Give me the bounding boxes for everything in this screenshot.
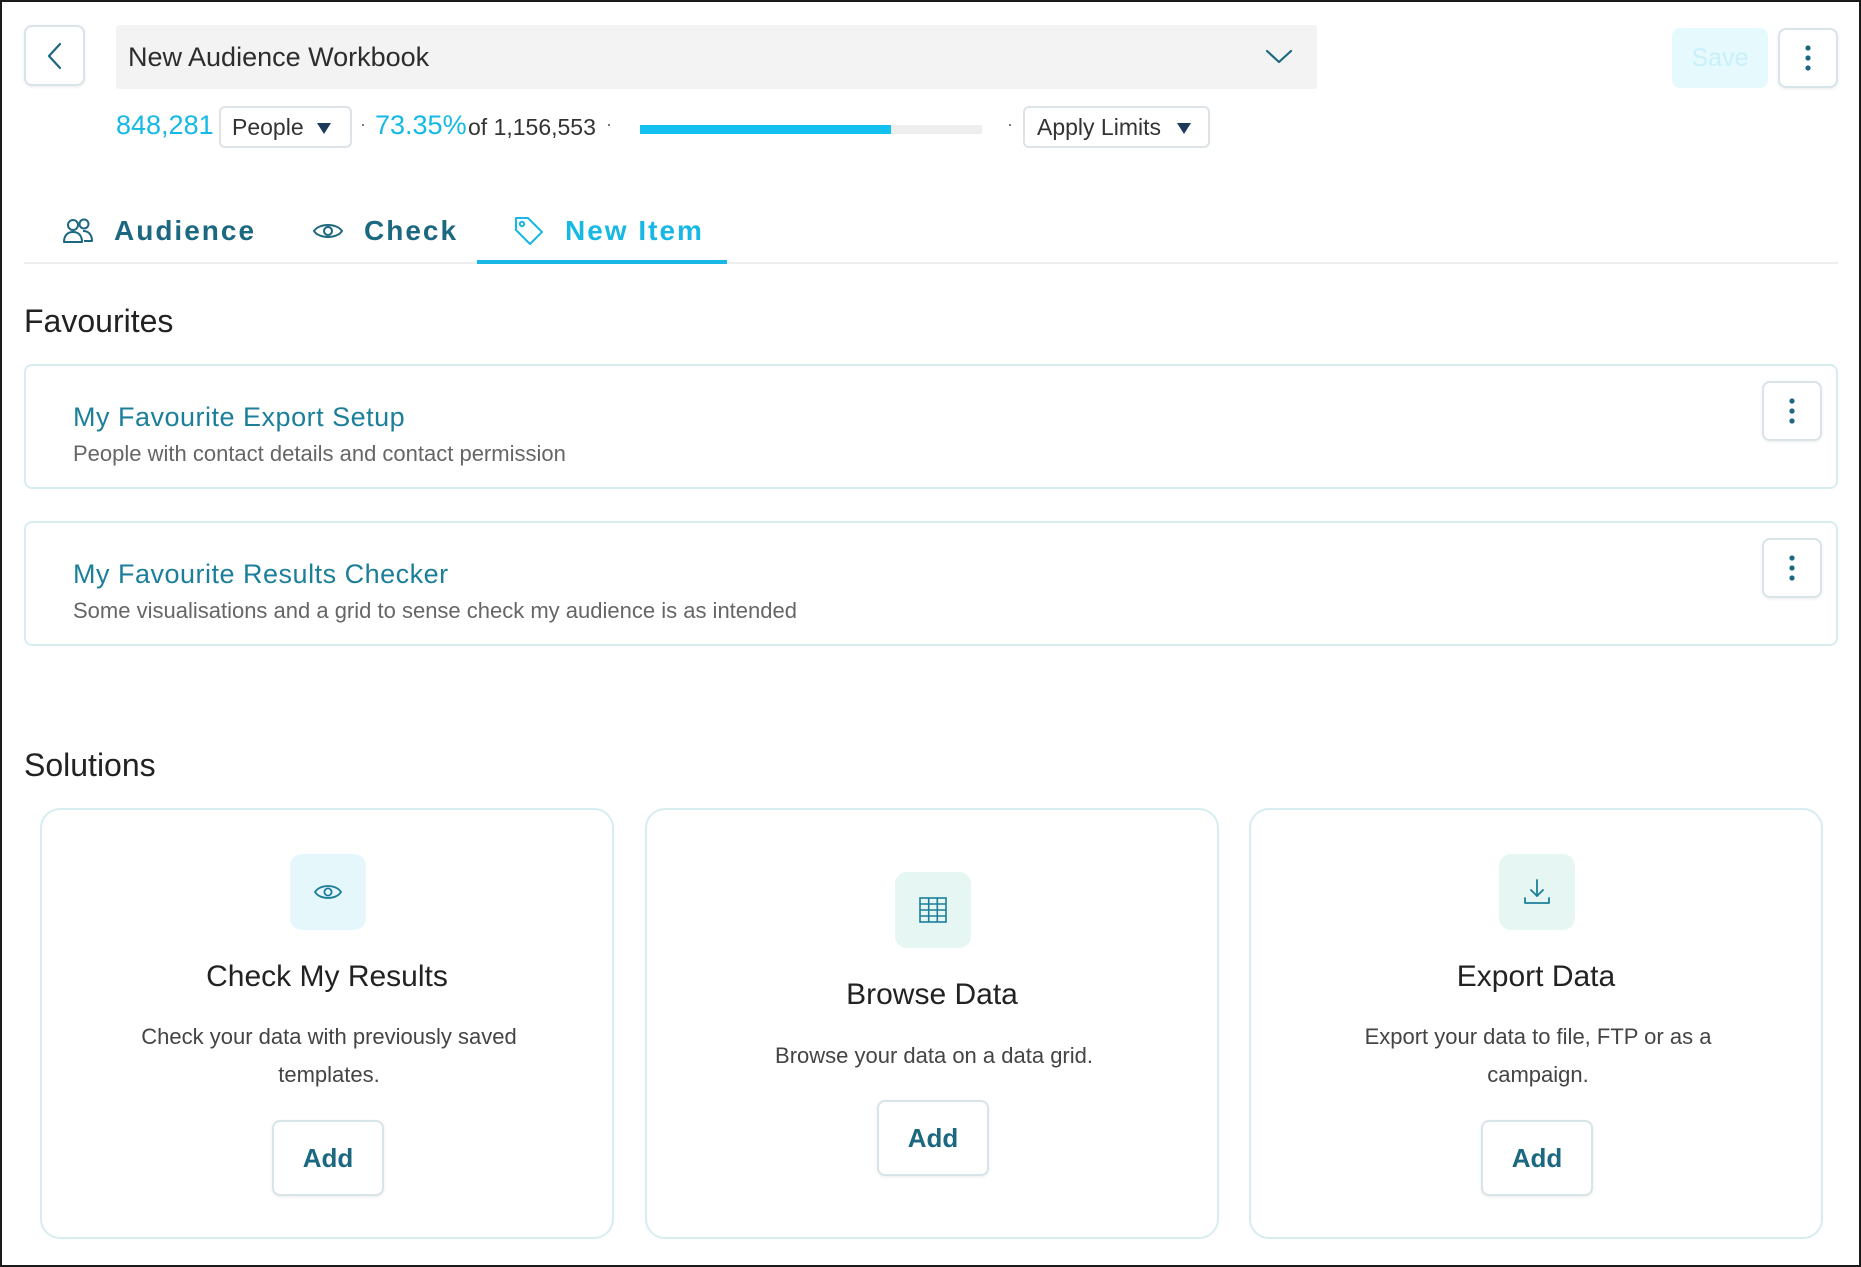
solution-card-browse-data: Browse Data Browse your data on a data g… [645,808,1219,1239]
caret-down-icon [1177,123,1191,134]
favourite-more-button[interactable] [1762,538,1822,598]
separator-dot: · [360,114,366,134]
favourite-description: People with contact details and contact … [73,441,566,466]
solution-icon-badge [895,872,971,948]
audience-percent: 73.35% [375,110,467,140]
audience-progress-bar [640,125,982,134]
add-browse-data-button[interactable]: Add [877,1100,989,1176]
units-select-value: People [232,113,304,140]
download-icon [1524,879,1550,904]
tab-check-label: Check [364,215,459,246]
tab-audience[interactable]: Audience [62,198,256,264]
tab-bar: Audience Check New Item [24,198,1838,264]
solution-description: Browse your data on a data grid. [775,1043,1093,1068]
solution-icon-badge [1499,854,1575,930]
kebab-menu-icon [1805,45,1811,71]
active-tab-indicator [477,260,727,264]
audience-progress-fill [640,125,891,134]
kebab-menu-icon [1789,555,1795,581]
solution-description: Check your data with previously saved te… [141,1024,517,1087]
app-window: New Audience Workbook Save 848,281 Peopl… [0,0,1861,1267]
tab-new-item[interactable]: New Item [513,198,704,264]
units-select[interactable]: People [219,106,352,148]
caret-down-icon [317,123,331,134]
separator-dot: · [606,114,612,134]
save-button[interactable]: Save [1672,28,1768,88]
eye-icon [312,224,344,238]
people-icon [63,218,93,243]
chevron-down-icon [1265,49,1293,64]
back-button[interactable] [24,25,85,86]
favourite-description: Some visualisations and a grid to sense … [73,598,797,623]
add-check-my-results-button[interactable]: Add [272,1120,384,1196]
solutions-heading: Solutions [24,747,156,783]
tab-new-item-label: New Item [565,215,704,246]
favourite-card: My Favourite Export Setup People with co… [24,364,1838,489]
audience-count: 848,281 [116,110,214,140]
separator-dot: · [1007,114,1013,134]
workbook-title-select[interactable]: New Audience Workbook [116,25,1317,89]
favourite-title[interactable]: My Favourite Results Checker [73,559,449,590]
tab-check[interactable]: Check [312,198,458,264]
apply-limits-select[interactable]: Apply Limits [1023,106,1210,148]
solution-card-export-data: Export Data Export your data to file, FT… [1249,808,1823,1239]
kebab-menu-icon [1789,398,1795,424]
solution-title: Browse Data [846,978,1018,1011]
more-options-button[interactable] [1778,28,1838,88]
apply-limits-label: Apply Limits [1037,113,1161,140]
solution-icon-badge [290,854,366,930]
tab-audience-label: Audience [114,215,257,246]
solution-description: Export your data to file, FTP or as a ca… [1364,1024,1712,1087]
tag-icon [515,217,543,245]
add-export-data-button[interactable]: Add [1481,1120,1593,1196]
eye-icon [313,885,343,899]
favourite-more-button[interactable] [1762,381,1822,441]
favourites-heading: Favourites [24,303,174,339]
solution-title: Check My Results [206,960,448,993]
solution-card-check-my-results: Check My Results Check your data with pr… [40,808,614,1239]
grid-icon [919,897,947,923]
favourite-card: My Favourite Results Checker Some visual… [24,521,1838,646]
chevron-left-icon [47,42,61,69]
audience-total: of 1,156,553 [468,114,596,140]
solution-title: Export Data [1456,960,1616,993]
favourite-title[interactable]: My Favourite Export Setup [73,402,405,433]
workbook-title: New Audience Workbook [128,41,430,72]
